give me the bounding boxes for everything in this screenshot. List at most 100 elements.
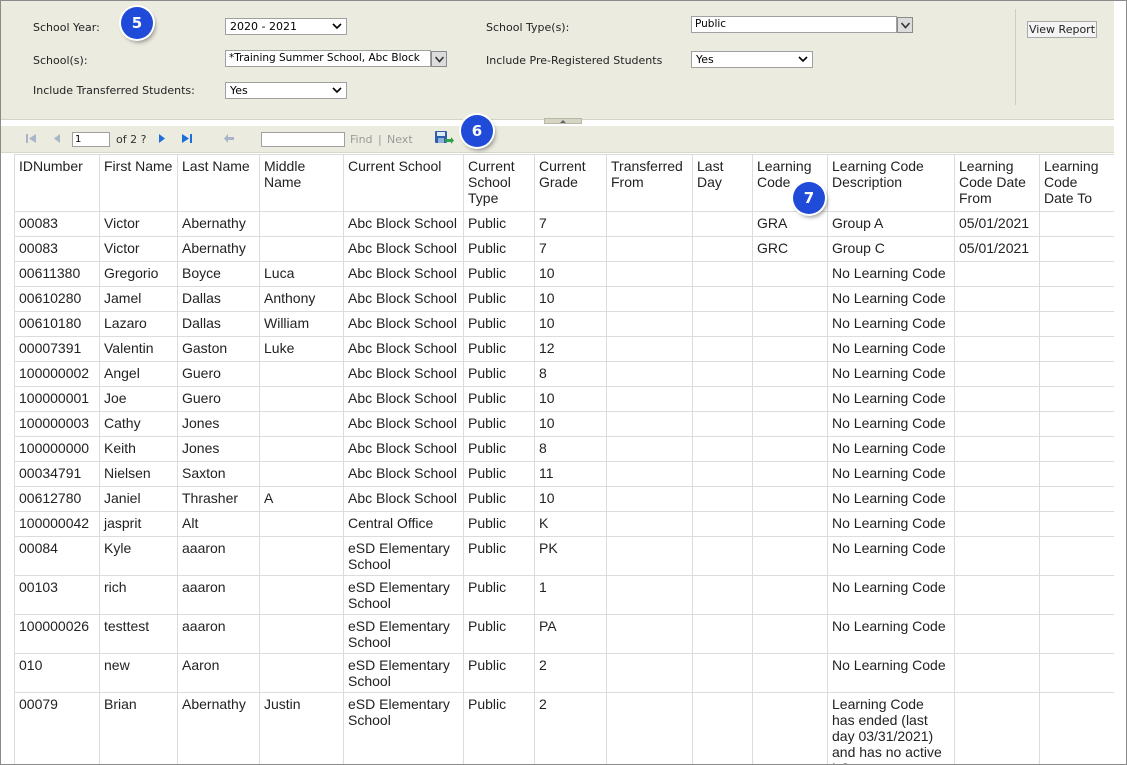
cell-last-name: aaaron — [177, 614, 260, 654]
step-badge-5: 5 — [121, 7, 153, 39]
cell-transferred-from — [606, 511, 693, 537]
cell-first-name: Jamel — [99, 286, 178, 312]
cell-learning-code — [752, 286, 828, 312]
cell-last-day — [692, 286, 753, 312]
cell-middle-name — [259, 436, 344, 462]
cell-middle-name: Anthony — [259, 286, 344, 312]
column-header-current-school-type: Current School Type — [463, 154, 535, 212]
cell-middle-name — [259, 386, 344, 412]
next-link[interactable]: Next — [387, 133, 413, 146]
export-save-icon[interactable] — [434, 130, 454, 149]
cell-learning-code-description: No Learning Code — [827, 461, 955, 487]
report-toolbar: 1 of 2 ? Find | Next — [1, 126, 1114, 153]
cell-learning-code-date-to — [1039, 614, 1114, 654]
include-preregistered-value: Yes — [696, 53, 714, 66]
cell-learning-code-date-from — [954, 311, 1040, 337]
last-page-icon[interactable] — [181, 133, 193, 147]
back-icon[interactable] — [223, 133, 235, 147]
column-header-learning-code-date-from: Learning Code Date From — [954, 154, 1040, 212]
cell-current-grade: 7 — [534, 236, 607, 262]
school-year-value: 2020 - 2021 — [230, 20, 297, 33]
cell-current-school-type: Public — [463, 653, 535, 693]
cell-learning-code — [752, 653, 828, 693]
cell-learning-code-description: No Learning Code — [827, 386, 955, 412]
table-row: 00079 Brian Abernathy Justin eSD Elementary … — [14, 692, 1114, 764]
cell-learning-code-date-to — [1039, 411, 1114, 437]
cell-last-name: Gaston — [177, 336, 260, 362]
next-page-icon[interactable] — [158, 133, 166, 147]
cell-current-school-type: Public — [463, 486, 535, 512]
cell-learning-code-description: Group C — [827, 236, 955, 262]
cell-middle-name — [259, 361, 344, 387]
page-count-text: of 2 ? — [116, 133, 147, 146]
dropdown-arrow-icon — [798, 54, 808, 64]
cell-first-name: jasprit — [99, 511, 178, 537]
cell-middle-name: William — [259, 311, 344, 337]
cell-learning-code-date-from: 05/01/2021 — [954, 236, 1040, 262]
include-preregistered-select[interactable]: Yes — [691, 51, 813, 68]
schools-dropdown-button[interactable] — [431, 51, 447, 67]
cell-current-school: eSD Elementary School — [343, 653, 464, 693]
column-header-current-school: Current School — [343, 154, 464, 212]
cell-middle-name — [259, 536, 344, 576]
cell-last-name: Guero — [177, 386, 260, 412]
school-year-select[interactable]: 2020 - 2021 — [225, 18, 347, 35]
prev-page-icon[interactable] — [53, 133, 61, 147]
table-row: 00007391 Valentin Gaston Luke Abc Block Scho… — [14, 336, 1114, 362]
collapse-parameters-handle[interactable] — [544, 118, 582, 124]
cell-learning-code-date-from — [954, 614, 1040, 654]
cell-middle-name — [259, 411, 344, 437]
column-header-last-day: Last Day — [692, 154, 753, 212]
table-row: 00083 Victor Abernathy Abc Block School Publ… — [14, 211, 1114, 237]
cell-learning-code-date-from — [954, 436, 1040, 462]
cell-middle-name: A — [259, 486, 344, 512]
include-transferred-select[interactable]: Yes — [225, 82, 347, 99]
cell-learning-code-date-to — [1039, 286, 1114, 312]
cell-middle-name — [259, 614, 344, 654]
first-page-icon[interactable] — [25, 133, 37, 147]
column-header-learning-code-date-to: Learning Code Date To — [1039, 154, 1114, 212]
find-link[interactable]: Find — [350, 133, 373, 146]
cell-last-day — [692, 361, 753, 387]
school-types-select[interactable]: Public — [691, 16, 897, 33]
cell-current-grade: 10 — [534, 486, 607, 512]
cell-last-name: Abernathy — [177, 211, 260, 237]
cell-middle-name — [259, 211, 344, 237]
cell-transferred-from — [606, 361, 693, 387]
cell-last-name: Abernathy — [177, 692, 260, 764]
cell-middle-name: Luca — [259, 261, 344, 287]
column-header-middle-name: Middle Name — [259, 154, 344, 212]
cell-current-school: Abc Block School — [343, 236, 464, 262]
cell-last-day — [692, 236, 753, 262]
cell-last-name: Aaron — [177, 653, 260, 693]
table-row: 00611380 Gregorio Boyce Luca Abc Block Schoo… — [14, 261, 1114, 287]
cell-middle-name — [259, 575, 344, 615]
cell-current-grade: 10 — [534, 311, 607, 337]
school-types-dropdown-button[interactable] — [897, 17, 913, 33]
cell-id-number: 100000002 — [14, 361, 100, 387]
cell-current-grade: 2 — [534, 653, 607, 693]
cell-middle-name — [259, 236, 344, 262]
view-report-button[interactable]: View Report — [1027, 21, 1097, 38]
table-row: 00084 Kyle aaaron eSD Elementary School Publ… — [14, 536, 1114, 576]
page-number-input[interactable]: 1 — [72, 132, 110, 147]
table-row: 100000026 testtest aaaron eSD Elementary Sc… — [14, 614, 1114, 654]
cell-learning-code-date-to — [1039, 436, 1114, 462]
cell-current-grade: 1 — [534, 575, 607, 615]
cell-transferred-from — [606, 536, 693, 576]
cell-learning-code-date-from — [954, 411, 1040, 437]
cell-current-school-type: Public — [463, 614, 535, 654]
cell-current-school: eSD Elementary School — [343, 536, 464, 576]
cell-transferred-from — [606, 436, 693, 462]
cell-current-school-type: Public — [463, 436, 535, 462]
cell-learning-code-description: Learning Code has ended (last day 03/31/… — [827, 692, 955, 764]
cell-last-name: Jones — [177, 411, 260, 437]
school-types-value: Public — [695, 18, 727, 30]
cell-current-grade: 10 — [534, 261, 607, 287]
schools-select[interactable]: *Training Summer School, Abc Block — [225, 50, 431, 67]
cell-current-school: Abc Block School — [343, 336, 464, 362]
cell-learning-code-date-to — [1039, 511, 1114, 537]
find-input[interactable] — [261, 132, 345, 147]
cell-last-day — [692, 486, 753, 512]
cell-current-grade: 7 — [534, 211, 607, 237]
